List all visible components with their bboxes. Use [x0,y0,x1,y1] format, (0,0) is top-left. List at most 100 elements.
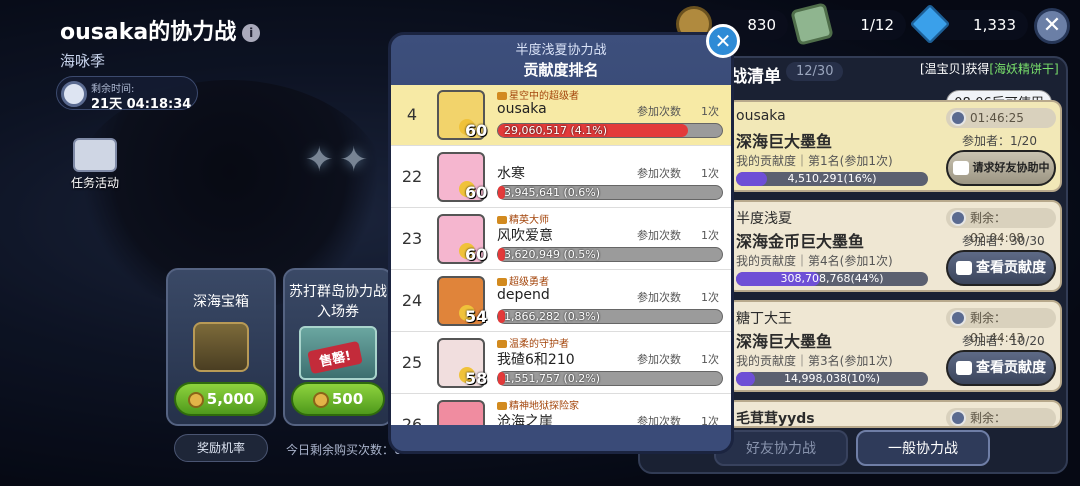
handshake-icon [956,261,972,275]
handshake-icon [956,361,972,375]
shop-card-ticket[interactable]: 苏打群岛协力战入场券 售罄! 500 [283,268,393,426]
cookie-avatar[interactable] [437,400,485,425]
host-name: 半度浅夏 [736,211,792,227]
contribution-ranking-modal: 半度浅夏协力战 贡献度排名 4 60 星空中的超级者 ousaka 参加次数 1次 29,0… [388,32,734,454]
ranking-row[interactable]: 4 60 星空中的超级者 ousaka 参加次数 1次 29,060,517 (4.1%) [391,85,731,146]
count-value: 1次 [701,291,719,304]
ranking-row[interactable]: 2658精神地狱探险家沧海之崖参加次数1次1,283,761 (0.2%) [391,395,731,425]
mission-button[interactable]: 任务活动 [64,138,126,191]
contribution-bar: 4,510,291(16%) [736,172,928,186]
coin-icon [187,391,204,408]
title-badge-icon [497,340,507,348]
damage-value: 1,866,282 (0.3%) [504,310,601,323]
card-title: 深海宝箱 [193,294,249,310]
card-title: 苏打群岛协力战入场券 [289,284,387,320]
damage-value: 29,060,517 (4.1%) [504,124,608,137]
player-title: 精神地狱探险家 [497,397,579,412]
clock-icon [950,310,966,326]
season-label: 海咏季 [60,52,106,70]
view-contribution-button[interactable]: 查看贡献度 [946,250,1056,286]
boss-name: 深海巨大墨鱼 [736,332,833,351]
contribution-bar: 308,708,768(44%) [736,272,928,286]
button-label: 查看贡献度 [976,260,1046,276]
rank-number: 23 [401,229,423,248]
cookie-level: 54 [465,307,488,326]
count-label: 参加次数 [637,353,681,366]
participants: 参加者：10/20 [962,334,1045,348]
battle-timer: 01:46:25 [946,108,1056,128]
damage-bar: 1,551,757 (0.2%) [497,371,723,386]
handshake-icon [952,161,969,175]
player-title: 超级勇者 [497,273,549,288]
buy-chest-button[interactable]: 5,000 [174,382,268,416]
player-name: ousaka [497,101,547,117]
title-badge-icon [497,216,507,224]
page-title: ousaka的协力战 i [60,14,261,46]
info-icon[interactable]: i [242,24,261,42]
host-name: 糖丁大王 [736,311,792,327]
ranking-row[interactable]: 22 60 水寒 参加次数 1次 3,945,641 (0.6%) [391,147,731,208]
timer-text: 01:46:25 [970,111,1024,125]
tab-friend-battle[interactable]: 好友协力战 [714,430,848,466]
count-label: 参加次数 [637,167,681,180]
close-page-button[interactable]: ✕ [1034,8,1070,44]
battle-card[interactable]: 糖丁大王 深海巨大墨鱼 我的贡献度｜第3名(参加1次) 14,998,038(1… [726,300,1062,392]
timer-text: 剩余：01:32:17 [970,411,1007,425]
player-title: 精英大师 [497,211,549,226]
close-modal-button[interactable]: ✕ [706,24,740,58]
title-text: ousaka的协力战 [60,20,237,45]
host-name: 毛茸茸yyds [736,411,815,427]
participants: 参加者：1/20 [962,134,1037,148]
battle-card[interactable]: 半度浅夏 深海金币巨大墨鱼 我的贡献度｜第4名(参加1次) 308,708,76… [726,200,1062,292]
player-name: 沧海之崖 [497,414,553,425]
soldout-badge: 售罄! [307,340,363,375]
player-name: 我碴6和210 [497,352,575,368]
ticket-value: 1/12 [860,16,894,34]
rank-number: 4 [406,105,418,124]
tab-normal-battle[interactable]: 一般协力战 [856,430,990,466]
cookie-level: 58 [465,369,488,388]
view-contribution-button[interactable]: 查看贡献度 [946,350,1056,386]
cookie-level: 60 [465,183,488,202]
ranking-list[interactable]: 4 60 星空中的超级者 ousaka 参加次数 1次 29,060,517 (4.1%) 2… [391,85,731,425]
list-count: 12/30 [786,62,844,81]
price: 5,000 [206,390,255,408]
reward-notice: [温宝贝]获得[海妖精饼干] [920,60,1059,77]
player-title: 星空中的超级者 [497,87,579,102]
contribution-bar: 14,998,038(10%) [736,372,928,386]
request-help-button[interactable]: 请求好友协助中 [946,150,1056,186]
modal-subtitle: 半度浅夏协力战 [515,43,607,58]
battle-card[interactable]: ousaka 深海巨大墨鱼 我的贡献度｜第1名(参加1次) 4,510,291(… [726,100,1062,192]
my-contribution: 我的贡献度｜第1名(参加1次) [736,154,893,168]
buy-ticket-button[interactable]: 500 [291,382,385,416]
button-label: 查看贡献度 [976,360,1046,376]
player-title: 温柔的守护者 [497,335,569,350]
clock-icon [950,210,966,226]
boss-name: 深海金币巨大墨鱼 [736,232,865,251]
battle-timer: 剩余：01:32:17 [946,408,1056,426]
price: 500 [331,390,364,408]
rank-number: 25 [401,353,423,372]
damage-value: 3,620,949 (0.5%) [504,248,601,261]
ranking-row[interactable]: 25 58 温柔的守护者 我碴6和210 参加次数 1次 1,551,757 (0.2%) [391,333,731,394]
modal-title: 贡献度排名 [523,61,599,79]
ranking-row[interactable]: 23 60 精英大师 风吹爱意 参加次数 1次 3,620,949 (0.5%) [391,209,731,270]
reward-rate-button[interactable]: 奖励机率 [174,434,268,462]
remaining-purchases: 今日剩余购买次数：0 [286,443,402,457]
ranking-row[interactable]: 24 54 超级勇者 depend 参加次数 1次 1,866,282 (0.3%) [391,271,731,332]
battle-timer: 剩余：01:44:43 [946,308,1056,345]
my-contribution: 我的贡献度｜第3名(参加1次) [736,354,893,368]
mission-label: 任务活动 [70,176,119,190]
contribution-value: 308,708,768(44%) [780,272,884,285]
ticket-counter[interactable]: 1/12 [790,2,906,46]
title-badge-icon [497,92,507,100]
player-name: 水寒 [497,166,525,182]
player-name: depend [497,287,550,303]
damage-bar: 29,060,517 (4.1%) [497,123,723,138]
cookie-level: 60 [465,245,488,264]
gem-counter[interactable]: 1,333 [909,3,1028,45]
battle-card[interactable]: 毛茸茸yyds 剩余：01:32:17 [726,400,1062,428]
remaining-timer: 剩余时间: 21天 04:18:34 [56,76,198,112]
gem-value: 1,333 [973,16,1016,34]
shop-card-chest[interactable]: 深海宝箱 5,000 [166,268,276,426]
